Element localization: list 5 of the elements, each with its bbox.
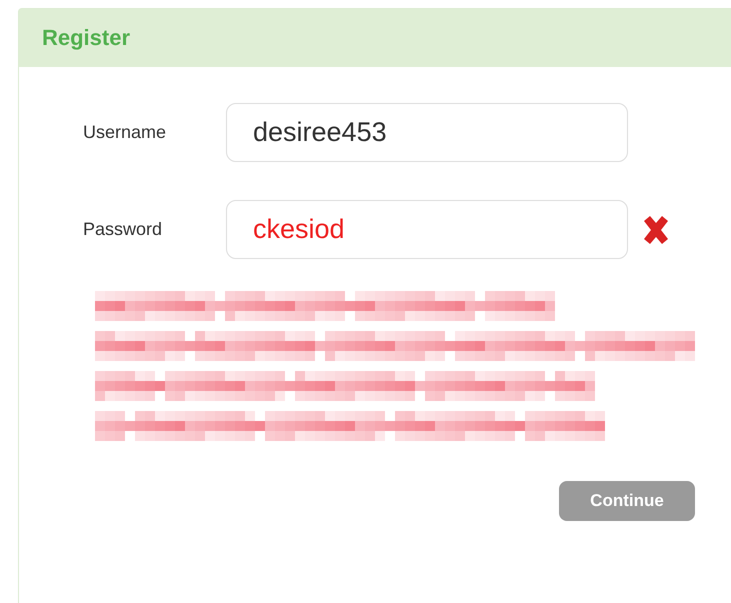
field-label: Password	[83, 219, 164, 240]
input-field[interactable]: desiree453	[226, 103, 628, 162]
field-label: Username	[83, 122, 168, 143]
input-field[interactable]: ckesiod	[226, 200, 628, 259]
panel-title: Register	[42, 25, 130, 51]
